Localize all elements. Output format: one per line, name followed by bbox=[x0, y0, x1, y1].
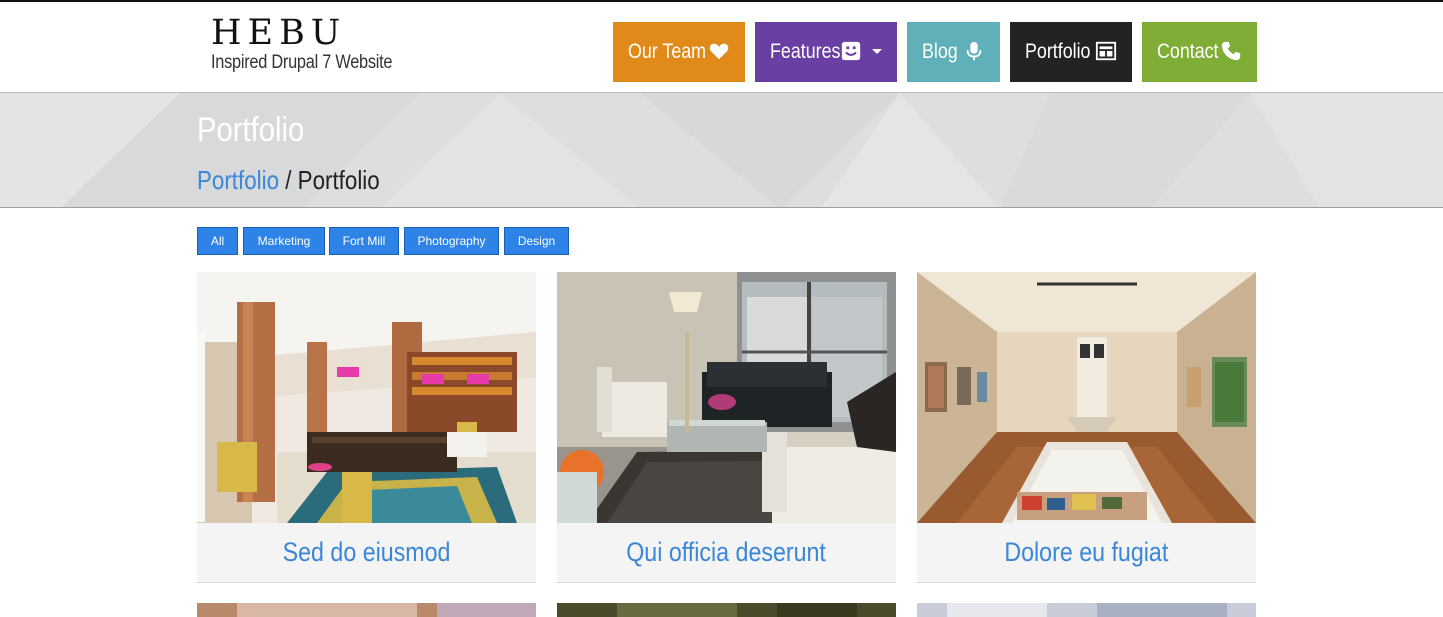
page-header-band: Portfolio Portfolio / Portfolio bbox=[0, 92, 1443, 208]
portfolio-thumbnail[interactable] bbox=[557, 603, 896, 617]
filter-photography-button[interactable]: Photography bbox=[404, 227, 499, 255]
filter-all-button[interactable]: All bbox=[197, 227, 238, 255]
nav-label: Blog bbox=[922, 40, 958, 63]
smiley-icon bbox=[841, 41, 861, 61]
art-gallery-photo[interactable] bbox=[917, 272, 1256, 523]
page-title: Portfolio bbox=[197, 111, 305, 149]
nav-label: Contact bbox=[1157, 40, 1219, 63]
site-name[interactable]: HEBU bbox=[211, 14, 422, 52]
portfolio-card-title[interactable]: Sed do eiusmod bbox=[283, 537, 451, 568]
breadcrumb-separator: / bbox=[279, 165, 298, 195]
nav-label: Features bbox=[770, 40, 841, 63]
breadcrumb: Portfolio / Portfolio bbox=[197, 165, 380, 196]
site-slogan: Inspired Drupal 7 Website bbox=[211, 52, 393, 73]
filter-fort-mill-button[interactable]: Fort Mill bbox=[329, 227, 399, 255]
nav-label: Our Team bbox=[628, 40, 707, 63]
portfolio-card-title[interactable]: Dolore eu fugiat bbox=[1005, 537, 1169, 568]
filter-marketing-button[interactable]: Marketing bbox=[243, 227, 325, 255]
portfolio-card-title[interactable]: Qui officia deserunt bbox=[627, 537, 827, 568]
nav-contact[interactable]: Contact bbox=[1142, 22, 1257, 82]
portfolio-thumbnail[interactable] bbox=[917, 603, 1256, 617]
nav-features[interactable]: Features bbox=[755, 22, 897, 82]
phone-icon bbox=[1221, 41, 1241, 61]
hotel-lobby-photo[interactable] bbox=[197, 272, 536, 523]
site-logo[interactable]: HEBU Inspired Drupal 7 Website bbox=[211, 14, 422, 74]
living-room-photo[interactable] bbox=[557, 272, 896, 523]
breadcrumb-link-portfolio[interactable]: Portfolio bbox=[197, 165, 279, 195]
breadcrumb-current: Portfolio bbox=[297, 165, 380, 195]
layout-icon bbox=[1095, 41, 1117, 61]
nav-portfolio[interactable]: Portfolio bbox=[1010, 22, 1132, 82]
portfolio-card-caption[interactable]: Dolore eu fugiat bbox=[917, 523, 1256, 583]
portfolio-card-caption[interactable]: Sed do eiusmod bbox=[197, 523, 536, 583]
filter-design-button[interactable]: Design bbox=[504, 227, 569, 255]
heart-icon bbox=[709, 43, 729, 60]
top-border bbox=[0, 0, 1443, 2]
portfolio-card-caption[interactable]: Qui officia deserunt bbox=[557, 523, 896, 583]
nav-label: Portfolio bbox=[1025, 40, 1091, 63]
nav-blog[interactable]: Blog bbox=[907, 22, 1000, 82]
chevron-down-icon[interactable] bbox=[871, 48, 883, 56]
portfolio-thumbnail[interactable] bbox=[197, 603, 536, 617]
microphone-icon bbox=[966, 41, 982, 61]
nav-our-team[interactable]: Our Team bbox=[613, 22, 745, 82]
